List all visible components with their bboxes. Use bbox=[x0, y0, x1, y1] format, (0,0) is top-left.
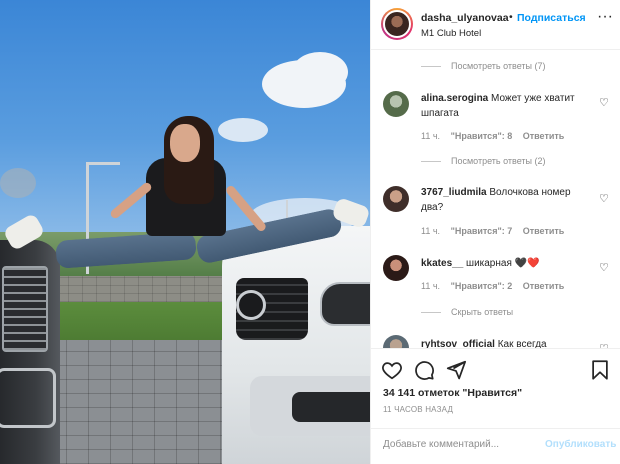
cloud bbox=[292, 52, 348, 92]
comment-meta: 11 ч. "Нравится": 2 Ответить bbox=[421, 281, 572, 291]
post-header: dasha_ulyanovaa • Подписаться M1 Club Ho… bbox=[371, 0, 620, 50]
cloud bbox=[218, 118, 268, 142]
comment-time[interactable]: 11 ч. bbox=[421, 226, 440, 236]
comment-meta: 11 ч. "Нравится": 8 Ответить bbox=[421, 131, 572, 141]
car-emblem bbox=[236, 290, 266, 320]
comment-meta: 11 ч. "Нравится": 7 Ответить bbox=[421, 226, 572, 236]
view-replies-label: Посмотреть ответы (7) bbox=[451, 61, 546, 71]
comment-likes-count[interactable]: "Нравится": 2 bbox=[451, 281, 513, 291]
reply-button[interactable]: Ответить bbox=[523, 226, 565, 236]
comment-body: Как всегда bbox=[497, 339, 547, 348]
follow-button[interactable]: Подписаться bbox=[517, 12, 586, 24]
post-time-ago[interactable]: 11 ЧАСОВ НАЗАД bbox=[383, 405, 453, 414]
avatar[interactable] bbox=[383, 186, 409, 212]
post-location[interactable]: M1 Club Hotel bbox=[421, 28, 481, 39]
white-car bbox=[222, 226, 370, 464]
likes-count[interactable]: 34 141 отметок "Нравится" bbox=[383, 387, 522, 399]
comment-text: kkates__ шикарная 🖤❤️ bbox=[421, 256, 593, 271]
comment-text: ryhtsov_official Как всегда bbox=[421, 337, 593, 348]
heart-icon[interactable]: ♡ bbox=[599, 96, 609, 109]
more-icon[interactable]: ··· bbox=[597, 8, 613, 26]
hide-replies-button[interactable]: Скрыть ответы bbox=[421, 307, 513, 317]
view-replies-button[interactable]: Посмотреть ответы (2) bbox=[421, 156, 546, 166]
comment-username[interactable]: 3767_liudmila bbox=[421, 187, 487, 198]
avatar[interactable] bbox=[381, 8, 413, 40]
separator-dot: • bbox=[509, 11, 513, 23]
comment-likes-count[interactable]: "Нравится": 8 bbox=[451, 131, 513, 141]
comments-list[interactable]: Посмотреть ответы (7) alina.serogina Мож… bbox=[371, 51, 620, 348]
comment-time[interactable]: 11 ч. bbox=[421, 131, 440, 141]
avatar-image bbox=[383, 10, 411, 38]
share-icon[interactable] bbox=[445, 359, 467, 381]
car-headlamp bbox=[320, 282, 370, 326]
car-grille bbox=[2, 266, 48, 352]
face bbox=[170, 124, 200, 162]
hide-replies-label: Скрыть ответы bbox=[451, 307, 514, 317]
car-chrome-trim bbox=[0, 368, 56, 428]
post-username[interactable]: dasha_ulyanovaa bbox=[421, 12, 509, 24]
heart-icon[interactable]: ♡ bbox=[599, 192, 609, 205]
comment-time[interactable]: 11 ч. bbox=[421, 281, 440, 291]
reply-button[interactable]: Ответить bbox=[523, 131, 565, 141]
heart-icon[interactable]: ♡ bbox=[599, 261, 609, 274]
avatar[interactable] bbox=[383, 91, 409, 117]
comment-username[interactable]: kkates__ bbox=[421, 258, 463, 269]
avatar[interactable] bbox=[383, 335, 409, 348]
cloud bbox=[0, 168, 36, 198]
comment-icon[interactable] bbox=[413, 359, 435, 381]
view-replies-button[interactable]: Посмотреть ответы (7) bbox=[421, 61, 546, 71]
post-photo[interactable] bbox=[0, 0, 370, 464]
comment-username[interactable]: ryhtsov_official bbox=[421, 339, 495, 348]
post-side-panel: dasha_ulyanovaa • Подписаться M1 Club Ho… bbox=[370, 0, 620, 464]
bookmark-icon[interactable] bbox=[589, 359, 611, 381]
comment-text: 3767_liudmila Волочкова номер два? bbox=[421, 185, 593, 215]
divider-line bbox=[421, 66, 441, 68]
add-comment-bar: Опубликовать bbox=[371, 428, 620, 464]
black-car bbox=[0, 240, 60, 464]
comment-body: шикарная 🖤❤️ bbox=[466, 258, 540, 269]
post-actions: 34 141 отметок "Нравится" 11 ЧАСОВ НАЗАД bbox=[371, 348, 620, 428]
comment-likes-count[interactable]: "Нравится": 7 bbox=[451, 226, 513, 236]
add-comment-input[interactable] bbox=[383, 439, 533, 450]
street-lamp bbox=[86, 162, 120, 165]
divider-line bbox=[421, 312, 441, 314]
divider-line bbox=[421, 161, 441, 163]
car-air-intake bbox=[292, 392, 370, 422]
avatar[interactable] bbox=[383, 255, 409, 281]
comment-text: alina.serogina Может уже хватит шпагата bbox=[421, 91, 593, 121]
view-replies-label: Посмотреть ответы (2) bbox=[451, 156, 546, 166]
comment-username[interactable]: alina.serogina bbox=[421, 93, 488, 104]
heart-icon[interactable] bbox=[381, 359, 403, 381]
publish-button[interactable]: Опубликовать bbox=[545, 439, 616, 450]
reply-button[interactable]: Ответить bbox=[523, 281, 565, 291]
